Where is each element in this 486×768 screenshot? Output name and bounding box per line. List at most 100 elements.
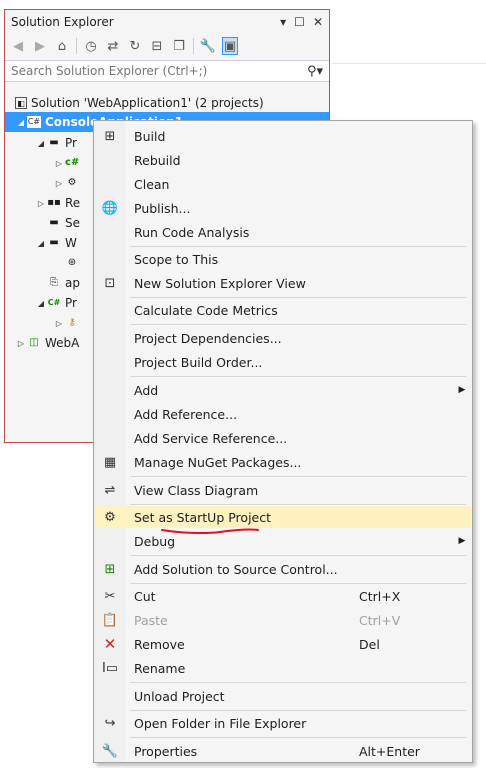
collapse-all-icon[interactable]: ⊟	[149, 37, 165, 55]
tree-item-label: Se	[65, 216, 80, 230]
menu-item-add-solution-to-source-control[interactable]: ⊞ Add Solution to Source Control...	[95, 558, 471, 580]
folder-icon: ▬	[49, 217, 59, 228]
expand-arrow-icon[interactable]: ◢	[35, 239, 47, 248]
tree-item[interactable]: ▷ ⚷	[53, 313, 83, 333]
tree-item[interactable]: ⎘ ap	[47, 273, 80, 293]
expand-arrow-icon[interactable]: ◢	[15, 118, 27, 127]
nuget-package-icon: ▦	[103, 454, 117, 470]
tree-item-label: ap	[65, 276, 80, 290]
menu-item-add-service-reference[interactable]: Add Service Reference...	[95, 427, 471, 449]
tree-item-label: Solution 'WebApplication1' (2 projects)	[31, 96, 264, 110]
tree-item[interactable]: ⊛	[65, 253, 83, 273]
menu-item-rename[interactable]: Ⅰ▭ Rename	[95, 657, 471, 679]
menu-item-label: Open Folder in File Explorer	[134, 715, 307, 731]
menu-item-label: View Class Diagram	[134, 482, 259, 498]
toolbar-separator	[193, 38, 194, 54]
menu-item-run-code-analysis[interactable]: Run Code Analysis	[95, 221, 471, 243]
config-file-icon: ⎘	[50, 277, 58, 288]
menu-separator	[130, 246, 466, 247]
menu-item-scope-to-this[interactable]: Scope to This	[95, 248, 471, 270]
menu-item-cut[interactable]: ✂ Cut Ctrl+X	[95, 585, 471, 607]
build-icon: ⊞	[104, 128, 116, 144]
menu-separator	[130, 583, 466, 584]
menu-item-new-solution-explorer-view[interactable]: ⊡ New Solution Explorer View	[95, 272, 471, 294]
expand-arrow-icon[interactable]: ◢	[35, 139, 47, 148]
csharp-file-icon: c#	[65, 157, 80, 168]
dropdown-arrow-icon[interactable]: ▾	[280, 15, 286, 29]
tree-item[interactable]: ▷ c#	[53, 153, 83, 173]
tree-item-solution[interactable]: ◧ Solution 'WebApplication1' (2 projects…	[15, 93, 264, 113]
toolbar-separator	[76, 38, 77, 54]
menu-item-shortcut: Ctrl+X	[359, 588, 401, 604]
menu-item-project-dependencies[interactable]: Project Dependencies...	[95, 327, 471, 349]
remove-x-icon: ✕	[103, 635, 117, 653]
tree-item[interactable]: ◢ ▬ W	[35, 233, 77, 253]
references-icon: ▪▪	[47, 197, 61, 208]
menu-item-clean[interactable]: Clean	[95, 173, 471, 195]
preview-selected-icon[interactable]: ▣	[222, 37, 238, 55]
menu-separator	[130, 555, 466, 556]
menu-item-debug[interactable]: Debug ▶	[95, 530, 471, 552]
tree-item[interactable]: ◢ C# Pr	[35, 293, 77, 313]
new-window-icon: ⊡	[104, 275, 116, 291]
tree-item-web-application[interactable]: ▷ ◫ WebA	[15, 333, 79, 353]
close-icon[interactable]: ✕	[313, 15, 323, 29]
back-icon[interactable]: ◀	[10, 37, 26, 55]
menu-item-label: Project Dependencies...	[134, 330, 282, 346]
submenu-arrow-icon: ▶	[458, 536, 466, 546]
menu-item-rebuild[interactable]: Rebuild	[95, 149, 471, 171]
home-icon[interactable]: ⌂	[54, 37, 70, 55]
menu-item-label: Publish...	[134, 200, 191, 216]
menu-item-label: Manage NuGet Packages...	[134, 454, 302, 470]
tree-item[interactable]: ▷ ⚙	[53, 173, 83, 193]
menu-item-label: Add Solution to Source Control...	[134, 561, 338, 577]
menu-item-set-as-startup-project[interactable]: ⚙ Set as StartUp Project	[95, 506, 471, 528]
search-box[interactable]: ⚲▾	[5, 60, 329, 82]
menu-item-build[interactable]: ⊞ Build	[95, 125, 471, 147]
collapse-arrow-icon[interactable]: ▷	[53, 319, 65, 328]
menu-item-view-class-diagram[interactable]: ⇌ View Class Diagram	[95, 479, 471, 501]
forward-icon[interactable]: ▶	[32, 37, 48, 55]
menu-item-label: Set as StartUp Project	[134, 509, 272, 525]
wrench-icon: 🔧	[101, 743, 119, 759]
expand-arrow-icon[interactable]: ◢	[35, 299, 47, 308]
history-icon[interactable]: ◷	[83, 37, 99, 55]
maximize-icon[interactable]: ☐	[294, 15, 305, 29]
collapse-arrow-icon[interactable]: ▷	[53, 179, 65, 188]
sync-icon[interactable]: ⇄	[105, 37, 121, 55]
menu-item-add-reference[interactable]: Add Reference...	[95, 403, 471, 425]
refresh-icon[interactable]: ↻	[127, 37, 143, 55]
properties-wrench-icon[interactable]: 🔧	[200, 37, 216, 55]
gear-icon: ⚙	[104, 509, 116, 525]
menu-item-label: New Solution Explorer View	[134, 275, 306, 291]
menu-item-calculate-code-metrics[interactable]: Calculate Code Metrics	[95, 299, 471, 321]
publish-globe-icon: 🌐	[101, 200, 119, 216]
show-all-files-icon[interactable]: ❐	[171, 37, 187, 55]
solution-explorer-titlebar: Solution Explorer ▾ ☐ ✕	[5, 10, 329, 34]
solution-icon: ◧	[15, 97, 27, 109]
menu-item-open-folder-in-file-explorer[interactable]: ↪ Open Folder in File Explorer	[95, 712, 471, 734]
tree-item-label: Pr	[65, 296, 77, 310]
menu-item-unload-project[interactable]: Unload Project	[95, 685, 471, 707]
menu-item-paste[interactable]: 📋 Paste Ctrl+V	[95, 609, 471, 631]
menu-item-add[interactable]: Add ▶	[95, 379, 471, 401]
menu-item-label: Rename	[134, 660, 186, 676]
tree-item[interactable]: ◢ ▬ Pr	[35, 133, 77, 153]
search-icon[interactable]: ⚲▾	[307, 64, 323, 79]
menu-item-label: Paste	[134, 612, 168, 628]
menu-item-project-build-order[interactable]: Project Build Order...	[95, 351, 471, 373]
tree-item[interactable]: ▬ Se	[47, 213, 80, 233]
menu-item-manage-nuget-packages[interactable]: ▦ Manage NuGet Packages...	[95, 451, 471, 473]
menu-item-label: Project Build Order...	[134, 354, 263, 370]
collapse-arrow-icon[interactable]: ▷	[15, 339, 27, 348]
search-input[interactable]	[11, 64, 307, 78]
folder-icon: ▬	[49, 237, 59, 248]
menu-item-remove[interactable]: ✕ Remove Del	[95, 633, 471, 655]
collapse-arrow-icon[interactable]: ▷	[35, 199, 47, 208]
menu-item-label: Run Code Analysis	[134, 224, 250, 240]
scissors-icon: ✂	[104, 588, 116, 604]
collapse-arrow-icon[interactable]: ▷	[53, 159, 65, 168]
menu-item-properties[interactable]: 🔧 Properties Alt+Enter	[95, 740, 471, 762]
tree-item[interactable]: ▷ ▪▪ Re	[35, 193, 80, 213]
menu-item-publish[interactable]: 🌐 Publish...	[95, 197, 471, 219]
